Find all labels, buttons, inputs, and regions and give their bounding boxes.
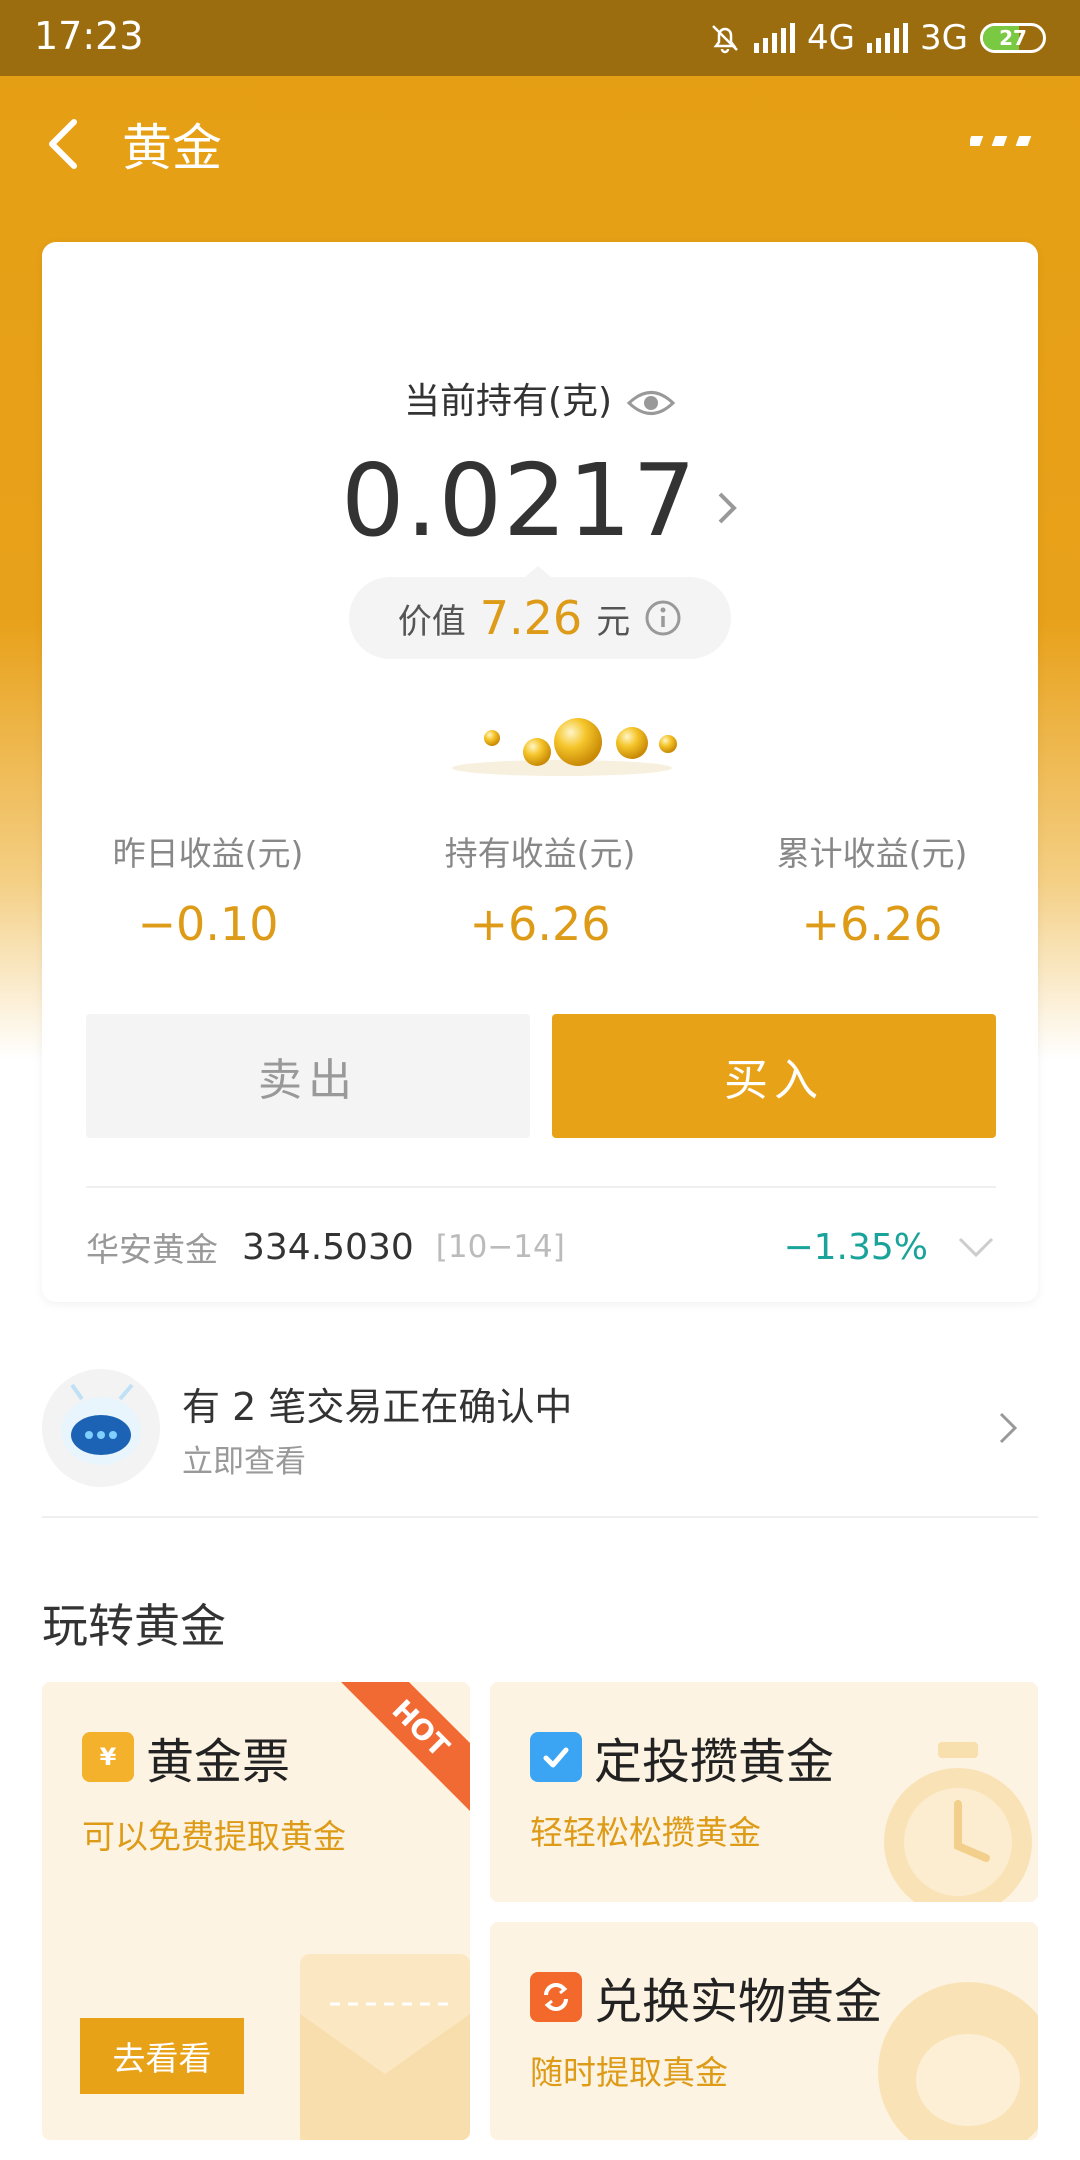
stat-value: +6.26 — [469, 897, 611, 951]
earnings-stats: 昨日收益(元) −0.10 持有收益(元) +6.26 累计收益(元) +6.2… — [42, 827, 1038, 951]
tile-title: 黄金票 — [146, 1734, 291, 1790]
tile-subtitle: 可以免费提取黄金 — [82, 1817, 346, 1856]
divider — [86, 1186, 996, 1188]
fund-date: [10−14] — [435, 1229, 565, 1265]
value-pill: 价值 7.26 元 — [349, 577, 731, 659]
notice-link[interactable]: 立即查看 — [182, 1436, 306, 1481]
stat-value: −0.10 — [137, 897, 279, 951]
robot-icon — [61, 1383, 141, 1465]
holding-label: 当前持有(克) — [403, 381, 613, 422]
value-label: 价值 — [397, 601, 466, 642]
sell-button[interactable]: 卖出 — [86, 1014, 530, 1138]
holding-label-row: 当前持有(克) — [42, 372, 1038, 424]
section-title: 玩转黄金 — [42, 1599, 226, 1653]
fund-name: 华安黄金 — [86, 1230, 218, 1269]
signal-icon — [754, 23, 796, 53]
fund-ticker-row[interactable]: 华安黄金 334.5030 [10−14] −1.35% — [86, 1222, 996, 1272]
battery-icon: 27 — [980, 23, 1046, 53]
nav-bar: 黄金 — [0, 76, 1080, 206]
yuan-ticket-icon: ¥ — [82, 1732, 134, 1782]
stat-label: 累计收益(元) — [776, 834, 968, 873]
page-title: 黄金 — [122, 119, 222, 177]
status-indicators: 4G 3G 27 — [708, 14, 1046, 62]
back-arrow-icon[interactable] — [40, 114, 90, 174]
more-icon[interactable] — [970, 134, 1034, 150]
tile-title-row: ¥ 黄金票 — [82, 1722, 290, 1792]
holding-grams: 0.0217 — [341, 442, 697, 559]
battery-level: 27 — [999, 26, 1027, 50]
chevron-right-icon — [999, 1412, 1018, 1444]
gold-page: 17:23 4G 3G 27 黄金 当前持有(克) 0.0217 价值 7.26… — [0, 0, 1080, 2160]
network-type-1: 4G — [807, 18, 856, 58]
hot-badge: HOT — [336, 1682, 470, 1813]
stat-label: 持有收益(元) — [444, 834, 636, 873]
auto-invest-card[interactable]: 定投攒黄金 轻轻松松攒黄金 — [490, 1682, 1038, 1902]
tile-title-row: 兑换实物黄金 — [530, 1962, 882, 2032]
exchange-icon — [530, 1972, 582, 2022]
status-bar: 17:23 4G 3G 27 — [0, 0, 1080, 76]
chevron-down-icon[interactable] — [956, 1230, 996, 1264]
envelope-illustration — [300, 1954, 470, 2140]
network-type-2: 3G — [920, 18, 968, 58]
stat-cumulative: 累计收益(元) +6.26 — [706, 827, 1038, 951]
gold-bean-illustration — [878, 1982, 1038, 2140]
status-time: 17:23 — [34, 14, 144, 58]
value-unit: 元 — [596, 601, 631, 642]
exchange-gold-card[interactable]: 兑换实物黄金 随时提取真金 — [490, 1922, 1038, 2140]
stat-yesterday: 昨日收益(元) −0.10 — [42, 827, 374, 951]
notice-title: 有 2 笔交易正在确认中 — [182, 1385, 573, 1429]
gold-balls-illustration — [452, 718, 677, 776]
tile-title-row: 定投攒黄金 — [530, 1722, 834, 1792]
stat-value: +6.26 — [801, 897, 943, 951]
calendar-check-icon — [530, 1732, 582, 1782]
stat-label: 昨日收益(元) — [112, 834, 304, 873]
holding-grams-row[interactable]: 0.0217 — [42, 442, 1038, 559]
fund-change: −1.35% — [783, 1226, 928, 1268]
tile-subtitle: 随时提取真金 — [530, 2053, 728, 2092]
stat-holding: 持有收益(元) +6.26 — [374, 827, 706, 951]
chevron-right-icon — [718, 492, 737, 524]
value-amount: 7.26 — [479, 591, 583, 645]
eye-icon[interactable] — [626, 386, 676, 420]
info-icon[interactable] — [644, 599, 682, 637]
buy-button[interactable]: 买入 — [552, 1014, 996, 1138]
holding-card: 当前持有(克) 0.0217 价值 7.26 元 昨日收益(元) −0.10 持… — [42, 242, 1038, 1302]
svg-text:¥: ¥ — [100, 1743, 117, 1771]
fund-price: 334.5030 — [242, 1226, 414, 1268]
robot-avatar — [42, 1369, 160, 1487]
signal-icon-2 — [867, 23, 909, 53]
mute-bell-icon — [712, 25, 738, 54]
divider — [42, 1516, 1038, 1518]
go-see-button[interactable]: 去看看 — [80, 2018, 244, 2094]
tile-subtitle: 轻轻松松攒黄金 — [530, 1813, 761, 1852]
pending-transactions-row[interactable]: 有 2 笔交易正在确认中 立即查看 — [42, 1366, 1038, 1496]
tile-title: 兑换实物黄金 — [594, 1974, 883, 2030]
stopwatch-illustration — [884, 1742, 1032, 1902]
gold-ticket-card[interactable]: HOT ¥ 黄金票 可以免费提取黄金 去看看 — [42, 1682, 470, 2140]
tile-title: 定投攒黄金 — [594, 1734, 835, 1790]
